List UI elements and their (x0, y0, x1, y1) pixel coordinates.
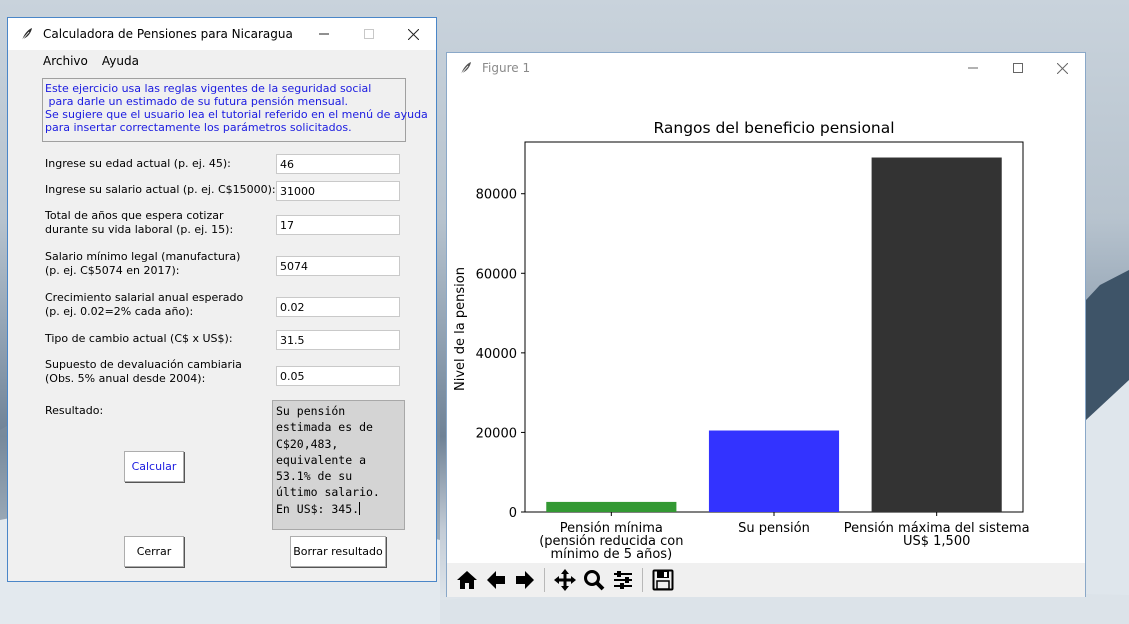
devaluacion-label-line: Supuesto de devaluación cambiaria (45, 358, 242, 371)
resultado-label: Resultado: (45, 404, 104, 417)
intro-message: Este ejercicio usa las reglas vigentes d… (42, 78, 428, 142)
borrar-resultado-button[interactable]: Borrar resultado (290, 536, 386, 567)
intro-line: para darle un estimado de su futura pens… (45, 95, 349, 108)
maximize-button[interactable] (346, 18, 391, 50)
pan-button[interactable] (550, 566, 579, 594)
x-tick-label: Pensión máxima del sistema US$ 1,500 (844, 521, 1030, 549)
edad-label: Ingrese su edad actual (p. ej. 45): (45, 157, 231, 171)
minimize-button[interactable] (301, 18, 346, 50)
y-axis-label: Nivel de la pension (453, 267, 468, 391)
chart-title: Rangos del beneficio pensional (653, 119, 894, 137)
y-tick-label: 40000 (476, 347, 517, 362)
edad-label-line: Ingrese su edad actual (p. ej. 45): (45, 157, 231, 170)
save-icon (652, 569, 673, 591)
forward-arrow-icon (515, 571, 534, 589)
tipo-cambio-input[interactable] (276, 330, 400, 350)
bar-1 (546, 501, 677, 512)
text-caret (359, 501, 361, 515)
bar-3 (871, 157, 1002, 513)
crecimiento-label-line: (p. ej. 0.02=2% cada año): (45, 305, 194, 318)
devaluacion-input[interactable] (276, 366, 400, 386)
figure-minimize-button[interactable] (950, 53, 995, 83)
bar-2 (708, 430, 840, 512)
salario-label-line: Ingrese su salario actual (p. ej. C$1500… (45, 183, 276, 196)
maximize-icon (363, 29, 374, 39)
anos-cotizar-label: Total de años que espera cotizar durante… (45, 209, 233, 237)
menubar: Archivo Ayuda (8, 50, 436, 72)
salario-label: Ingrese su salario actual (p. ej. C$1500… (45, 183, 276, 197)
figure-maximize-button[interactable] (995, 53, 1040, 83)
toolbar-separator (642, 568, 643, 592)
figure-toolbar (447, 563, 1085, 597)
figure-window-title: Figure 1 (482, 61, 531, 75)
figure-titlebar[interactable]: Figure 1 (447, 53, 1085, 83)
minimize-icon (318, 33, 329, 35)
figure-close-button[interactable] (1040, 53, 1085, 83)
anos-cotizar-label-line: Total de años que espera cotizar (45, 209, 224, 222)
minimize-icon (967, 67, 978, 69)
configure-subplots-button[interactable] (608, 566, 637, 594)
tipo-cambio-label-line: Tipo de cambio actual (C$ x US$): (45, 332, 233, 345)
calculator-window: Calculadora de Pensiones para Nicaragua … (7, 17, 437, 582)
menu-archivo[interactable]: Archivo (8, 54, 95, 68)
crecimiento-label-line: Crecimiento salarial anual esperado (45, 291, 244, 304)
intro-line: para insertar correctamente los parámetr… (45, 121, 352, 134)
x-tick-label: Su pensión (738, 521, 810, 536)
y-tick-label: 80000 (476, 188, 517, 203)
calcular-button[interactable]: Calcular (124, 451, 184, 482)
save-button[interactable] (648, 566, 677, 594)
figure-window: Figure 1 Rangos del beneficio pensional … (446, 52, 1086, 597)
home-icon (456, 571, 477, 589)
menu-ayuda[interactable]: Ayuda (95, 54, 146, 68)
cerrar-button[interactable]: Cerrar (124, 536, 184, 567)
calculator-window-title: Calculadora de Pensiones para Nicaragua (43, 27, 293, 41)
forward-button[interactable] (510, 566, 539, 594)
back-arrow-icon (486, 571, 505, 589)
crecimiento-label: Crecimiento salarial anual esperado (p. … (45, 291, 243, 319)
salario-input[interactable] (276, 181, 400, 201)
maximize-icon (1012, 63, 1023, 73)
salario-minimo-input[interactable] (276, 256, 400, 276)
salario-minimo-label-line: Salario mínimo legal (manufactura) (45, 250, 241, 263)
x-tick-label: Pensión mínima (pensión reducida con mínim… (539, 521, 683, 562)
close-icon (408, 28, 419, 40)
y-tick-label: 20000 (476, 426, 517, 441)
zoom-icon (583, 570, 604, 591)
configure-subplots-icon (613, 571, 632, 589)
feather-icon (459, 61, 473, 75)
home-button[interactable] (452, 566, 481, 594)
intro-line: Se sugiere que el usuario lea el tutoria… (45, 108, 428, 121)
y-tick-label: 0 (509, 506, 517, 521)
anos-cotizar-input[interactable] (276, 215, 400, 235)
salario-minimo-label: Salario mínimo legal (manufactura) (p. e… (45, 250, 240, 278)
feather-icon (20, 27, 34, 41)
devaluacion-label-line: (Obs. 5% anual desde 2004): (45, 372, 206, 385)
back-button[interactable] (481, 566, 510, 594)
y-tick-label: 60000 (476, 267, 517, 282)
crecimiento-input[interactable] (276, 297, 400, 317)
close-icon (1057, 62, 1068, 74)
salario-minimo-label-line: (p. ej. C$5074 en 2017): (45, 264, 180, 277)
close-button[interactable] (391, 18, 436, 50)
tipo-cambio-label: Tipo de cambio actual (C$ x US$): (45, 332, 233, 346)
edad-input[interactable] (276, 154, 400, 174)
calculator-titlebar[interactable]: Calculadora de Pensiones para Nicaragua (8, 18, 436, 50)
devaluacion-label: Supuesto de devaluación cambiaria (Obs. … (45, 358, 242, 386)
zoom-button[interactable] (579, 566, 608, 594)
resultado-text[interactable]: Su pensión estimada es de C$20,483, equi… (272, 400, 405, 530)
intro-line: Este ejercicio usa las reglas vigentes d… (45, 82, 372, 95)
toolbar-separator (544, 568, 545, 592)
bar-chart[interactable]: Rangos del beneficio pensional Nivel de … (447, 83, 1085, 563)
anos-cotizar-label-line: durante su vida laboral (p. ej. 15): (45, 223, 234, 236)
pan-icon (553, 569, 576, 591)
resultado-text-content: Su pensión estimada es de C$20,483, equi… (276, 404, 380, 516)
